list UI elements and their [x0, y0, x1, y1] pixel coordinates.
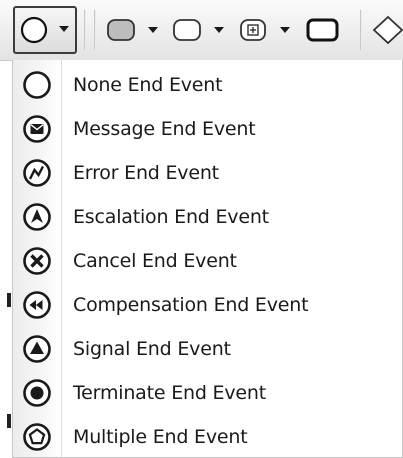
menu-item-compensation-end-event[interactable]: Compensation End Event: [13, 283, 402, 327]
menu-item-error-end-event[interactable]: Error End Event: [13, 151, 402, 195]
collapsed-subprocess-tool-button[interactable]: [236, 6, 296, 54]
menu-item-cancel-end-event[interactable]: Cancel End Event: [13, 239, 402, 283]
menu-item-label: Multiple End Event: [73, 426, 248, 448]
menu-item-label: Terminate End Event: [73, 382, 266, 404]
menu-item-label: Error End Event: [73, 162, 219, 184]
cancel-end-event-icon: [23, 247, 51, 275]
end-event-circle-icon: [20, 16, 48, 44]
compensation-end-event-icon: [23, 291, 51, 319]
collapsed-subprocess-icon: [240, 19, 266, 41]
menu-item-label: Cancel End Event: [73, 250, 237, 272]
menu-item-message-end-event[interactable]: Message End Event: [13, 107, 402, 151]
none-end-event-icon: [23, 71, 51, 99]
menu-item-terminate-end-event[interactable]: Terminate End Event: [13, 371, 402, 415]
error-end-event-icon: [23, 159, 51, 187]
chevron-down-icon[interactable]: [59, 26, 69, 32]
menu-item-none-end-event[interactable]: None End Event: [13, 63, 402, 107]
gateway-tool-button[interactable]: [368, 6, 403, 54]
chevron-down-icon[interactable]: [280, 27, 290, 33]
task-tool-button[interactable]: [104, 6, 164, 54]
multiple-end-event-icon: [23, 423, 51, 451]
toolbar-separator: [84, 10, 86, 50]
terminate-end-event-icon: [23, 379, 51, 407]
chevron-down-icon[interactable]: [214, 27, 224, 33]
toolbar-separator: [94, 10, 96, 50]
menu-item-escalation-end-event[interactable]: Escalation End Event: [13, 195, 402, 239]
background-artifact: [7, 414, 11, 428]
menu-item-label: Escalation End Event: [73, 206, 269, 228]
transaction-rect-icon: [306, 18, 339, 42]
menu-item-signal-end-event[interactable]: Signal End Event: [13, 327, 402, 371]
menu-item-label: Signal End Event: [73, 338, 231, 360]
subprocess-tool-button[interactable]: [170, 6, 230, 54]
escalation-end-event-icon: [23, 203, 51, 231]
toolbar: [0, 0, 403, 61]
transaction-tool-button[interactable]: [304, 6, 354, 54]
menu-item-label: Compensation End Event: [73, 294, 309, 316]
menu-item-label: None End Event: [73, 74, 223, 96]
message-end-event-icon: [23, 115, 51, 143]
signal-end-event-icon: [23, 335, 51, 363]
menu-item-label: Message End Event: [73, 118, 256, 140]
gateway-diamond-icon: [372, 15, 403, 45]
end-event-dropdown-menu: None End Event Message End Event Error E…: [12, 60, 403, 458]
end-event-tool-button[interactable]: [13, 6, 77, 54]
chevron-down-icon[interactable]: [148, 27, 158, 33]
subprocess-rounded-rect-icon: [173, 19, 201, 41]
menu-item-multiple-end-event[interactable]: Multiple End Event: [13, 415, 402, 457]
task-rounded-rect-icon: [107, 19, 135, 41]
background-artifact: [7, 293, 11, 307]
toolbar-separator: [360, 10, 362, 50]
